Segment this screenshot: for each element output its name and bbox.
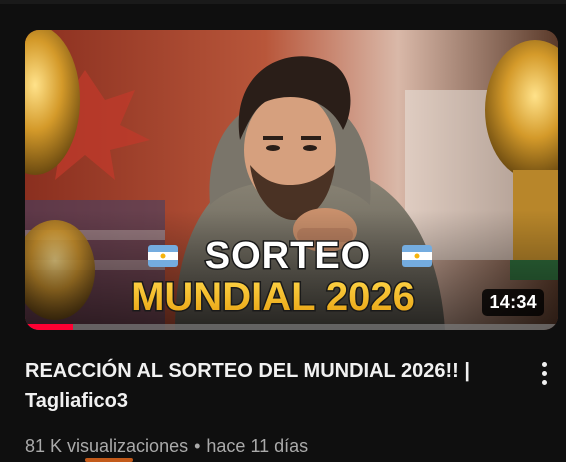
upload-age: hace 11 días [206, 436, 309, 456]
argentina-flag-icon [148, 245, 178, 267]
thumbnail-image: SORTEO MUNDIAL 2026 [25, 30, 558, 330]
meta-separator: • [194, 436, 201, 456]
thumbnail-headline-top: SORTEO [205, 235, 371, 277]
view-count: 81 K visualizaciones [25, 436, 189, 456]
thumbnail-headline-bottom: MUNDIAL 2026 [131, 275, 415, 319]
video-title[interactable]: REACCIÓN AL SORTEO DEL MUNDIAL 2026!! | … [25, 356, 520, 416]
watch-progress-bar [25, 324, 558, 330]
duration-badge: 14:34 [482, 289, 544, 316]
more-vert-icon [541, 361, 547, 385]
watch-progress-fill [25, 324, 73, 330]
video-thumbnail[interactable]: SORTEO MUNDIAL 2026 14:34 [25, 30, 558, 330]
more-options-button[interactable] [529, 356, 559, 390]
argentina-flag-icon [402, 245, 432, 267]
video-card[interactable]: SORTEO MUNDIAL 2026 14:34 REACCIÓN AL SO… [0, 0, 566, 462]
video-metadata: 81 K visualizaciones • hace 11 días [25, 436, 308, 457]
feed-divider [0, 0, 566, 4]
partial-next-element [85, 458, 133, 462]
